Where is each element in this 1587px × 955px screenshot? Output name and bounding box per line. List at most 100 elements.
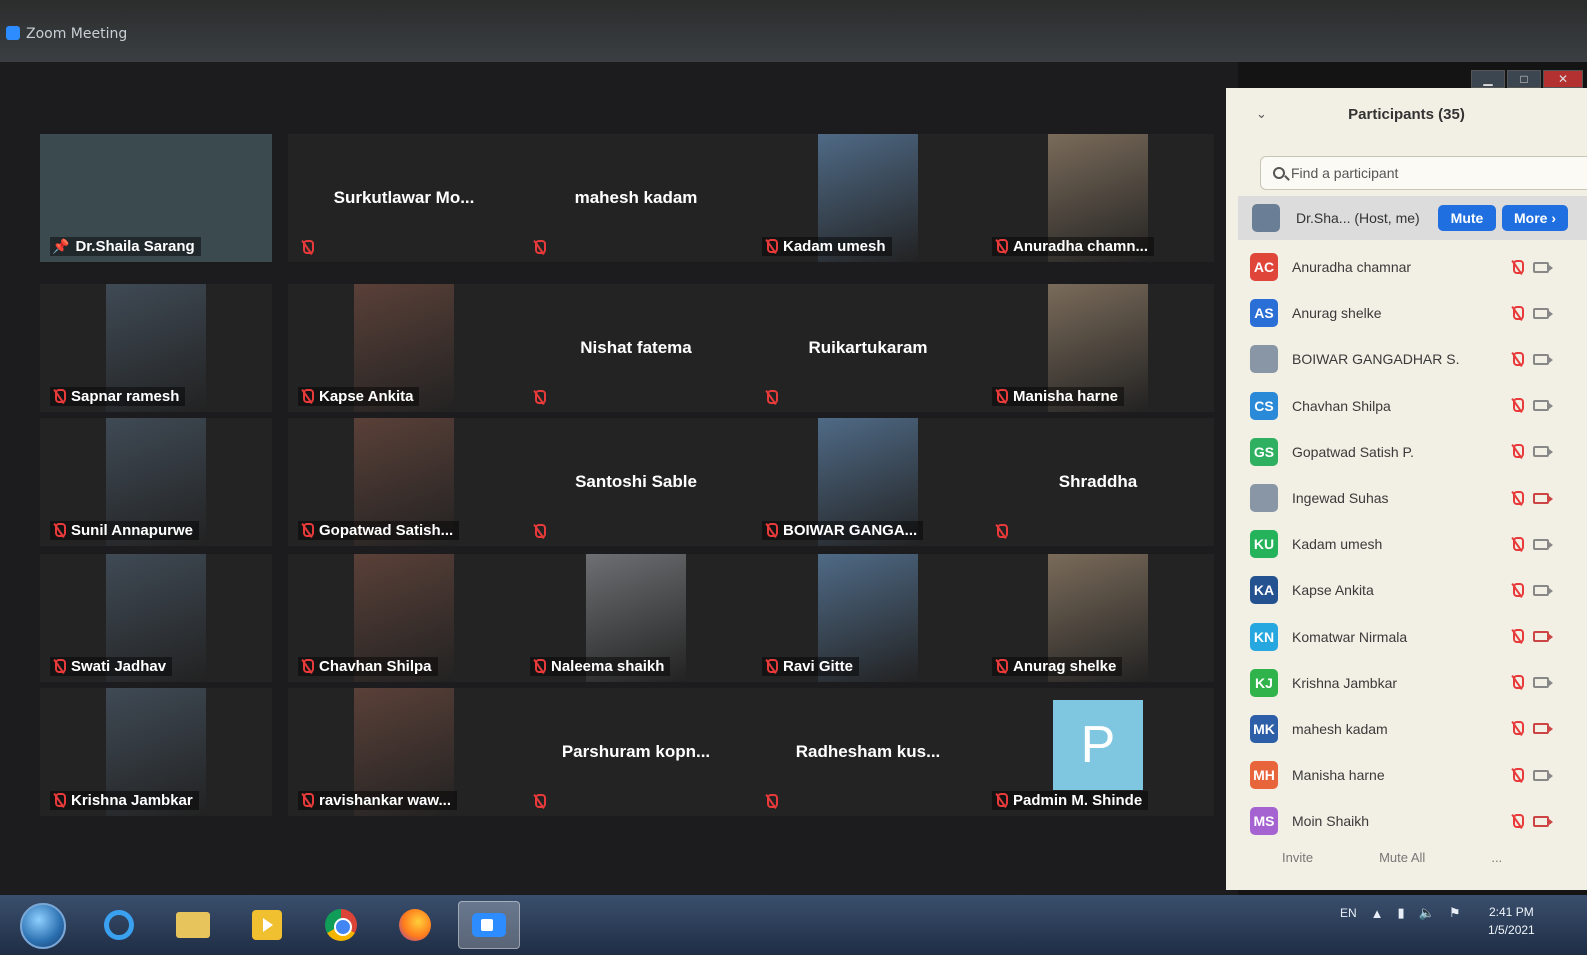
footer-more-button[interactable]: ... <box>1491 850 1502 865</box>
file-explorer-icon[interactable] <box>162 901 224 949</box>
media-player-icon[interactable] <box>236 901 298 949</box>
participant-status <box>1510 721 1553 736</box>
participant-status <box>1510 351 1553 367</box>
mic-muted-icon <box>1510 536 1524 552</box>
search-input[interactable] <box>1291 165 1551 181</box>
tile-center-name: mahesh kadam <box>574 188 698 207</box>
mic-muted-icon <box>532 794 546 809</box>
video-tile[interactable]: Anurag shelke <box>982 554 1214 682</box>
show-hidden-icons-icon[interactable]: ▲ <box>1371 906 1384 921</box>
mic-muted-icon <box>1510 305 1524 321</box>
mute-all-button[interactable]: Mute All <box>1379 850 1425 865</box>
participant-name: Ingewad Suhas <box>1292 490 1389 507</box>
invite-button[interactable]: Invite <box>1282 850 1313 865</box>
close-button[interactable]: ✕ <box>1543 70 1583 88</box>
video-tile[interactable]: ravishankar waw... <box>288 688 520 816</box>
mic-muted-icon <box>994 524 1008 539</box>
video-tile[interactable]: Ruikartukaram <box>752 284 984 412</box>
participant-row[interactable]: GS Gopatwad Satish P. <box>1250 429 1587 475</box>
video-tile[interactable]: Krishna Jambkar <box>40 688 272 816</box>
video-tile[interactable]: Parshuram kopn... <box>520 688 752 816</box>
participant-row[interactable]: Ingewad Suhas <box>1250 475 1587 521</box>
participant-row[interactable]: KU Kadam umesh <box>1250 521 1587 567</box>
taskbar: EN ▲ ▮ 🔈 ⚑ 2:41 PM 1/5/2021 <box>0 895 1587 955</box>
avatar <box>1252 204 1280 232</box>
mute-button[interactable]: Mute <box>1438 205 1496 231</box>
participant-row[interactable]: MK mahesh kadam <box>1250 706 1587 752</box>
avatar <box>1250 345 1278 374</box>
video-tile[interactable]: mahesh kadam <box>520 134 752 262</box>
mic-muted-icon <box>1510 767 1524 783</box>
tile-name: Ravi Gitte <box>783 658 854 675</box>
participant-status <box>1510 305 1553 321</box>
video-tile[interactable]: Swati Jadhav <box>40 554 272 682</box>
tile-name-label: Padmin M. Shinde <box>992 791 1149 810</box>
video-tile[interactable]: Radhesham kus... <box>752 688 984 816</box>
video-tile[interactable]: Naleema shaikh <box>520 554 752 682</box>
more-button[interactable]: More › <box>1502 205 1568 231</box>
participant-row[interactable]: BOIWAR GANGADHAR S. <box>1250 336 1587 382</box>
camera-icon <box>1533 261 1553 273</box>
mic-muted-icon <box>764 390 778 405</box>
video-tile[interactable]: Manisha harne <box>982 284 1214 412</box>
participant-status <box>1510 490 1553 506</box>
camera-icon <box>1533 307 1553 319</box>
video-tile[interactable]: P Padmin M. Shinde <box>982 688 1214 816</box>
video-tile[interactable]: Sunil Annapurwe <box>40 418 272 546</box>
participant-row[interactable]: KJ Krishna Jambkar <box>1250 660 1587 706</box>
window-title: Zoom Meeting <box>26 26 128 42</box>
video-tile[interactable]: BOIWAR GANGA... <box>752 418 984 546</box>
avatar: GS <box>1250 437 1278 466</box>
tile-center-name: Parshuram kopn... <box>561 742 711 761</box>
video-tile[interactable]: Kadam umesh <box>752 134 984 262</box>
participant-row[interactable]: CS Chavhan Shilpa <box>1250 383 1587 429</box>
video-tile[interactable]: Ravi Gitte <box>752 554 984 682</box>
video-tile[interactable]: 📌 Dr.Shaila Sarang <box>40 134 272 262</box>
participant-status <box>1510 444 1553 459</box>
mic-muted-icon <box>52 659 66 674</box>
video-tile[interactable]: Gopatwad Satish... <box>288 418 520 546</box>
participant-row[interactable]: MS Moin Shaikh <box>1250 798 1587 844</box>
tile-name: Anurag shelke <box>1013 658 1117 675</box>
mic-muted-icon <box>764 523 778 538</box>
tile-name: Padmin M. Shinde <box>1013 792 1143 809</box>
participant-row[interactable]: AS Anurag shelke <box>1250 290 1587 336</box>
mic-muted-icon <box>300 793 314 808</box>
tile-center-name: Surkutlawar Mo... <box>333 188 475 207</box>
maximize-button[interactable]: □ <box>1507 70 1541 88</box>
language-indicator[interactable]: EN <box>1340 906 1357 920</box>
host-row[interactable]: Dr.Sha... (Host, me) Mute More › <box>1238 196 1587 240</box>
video-tile[interactable]: Kapse Ankita <box>288 284 520 412</box>
battery-icon[interactable]: ▮ <box>1398 905 1405 921</box>
chrome-icon[interactable] <box>310 901 372 949</box>
participant-status <box>1510 259 1553 275</box>
avatar: MH <box>1250 761 1278 790</box>
mic-muted-icon <box>532 524 546 539</box>
camera-icon <box>1533 769 1553 781</box>
minimize-button[interactable]: ▁ <box>1471 70 1505 88</box>
video-tile[interactable]: Sapnar ramesh <box>40 284 272 412</box>
participant-row[interactable]: KA Kapse Ankita <box>1250 567 1587 613</box>
participant-name: mahesh kadam <box>1292 720 1388 737</box>
tile-name-label: 📌 Dr.Shaila Sarang <box>50 237 201 256</box>
volume-icon[interactable]: 🔈 <box>1419 905 1435 921</box>
video-tile[interactable]: Chavhan Shilpa <box>288 554 520 682</box>
video-tile[interactable]: Shraddha <box>982 418 1214 546</box>
clock[interactable]: 2:41 PM 1/5/2021 <box>1488 903 1535 939</box>
participant-row[interactable]: MH Manisha harne <box>1250 752 1587 798</box>
participant-row[interactable]: KN Komatwar Nirmala <box>1250 614 1587 660</box>
start-button[interactable] <box>20 903 66 949</box>
participant-row[interactable]: AC Anuradha chamnar <box>1250 244 1587 290</box>
avatar: AC <box>1250 253 1278 282</box>
participant-search[interactable] <box>1260 156 1587 190</box>
video-tile[interactable]: Nishat fatema <box>520 284 752 412</box>
firefox-icon[interactable] <box>384 901 446 949</box>
video-tile[interactable]: Santoshi Sable <box>520 418 752 546</box>
flag-icon[interactable]: ⚑ <box>1449 905 1461 921</box>
tile-name: Anuradha chamn... <box>1013 238 1149 255</box>
video-tile[interactable]: Surkutlawar Mo... <box>288 134 520 262</box>
internet-explorer-icon[interactable] <box>88 901 150 949</box>
zoom-app-icon[interactable] <box>458 901 520 949</box>
video-tile[interactable]: Anuradha chamn... <box>982 134 1214 262</box>
participant-status <box>1510 536 1553 552</box>
